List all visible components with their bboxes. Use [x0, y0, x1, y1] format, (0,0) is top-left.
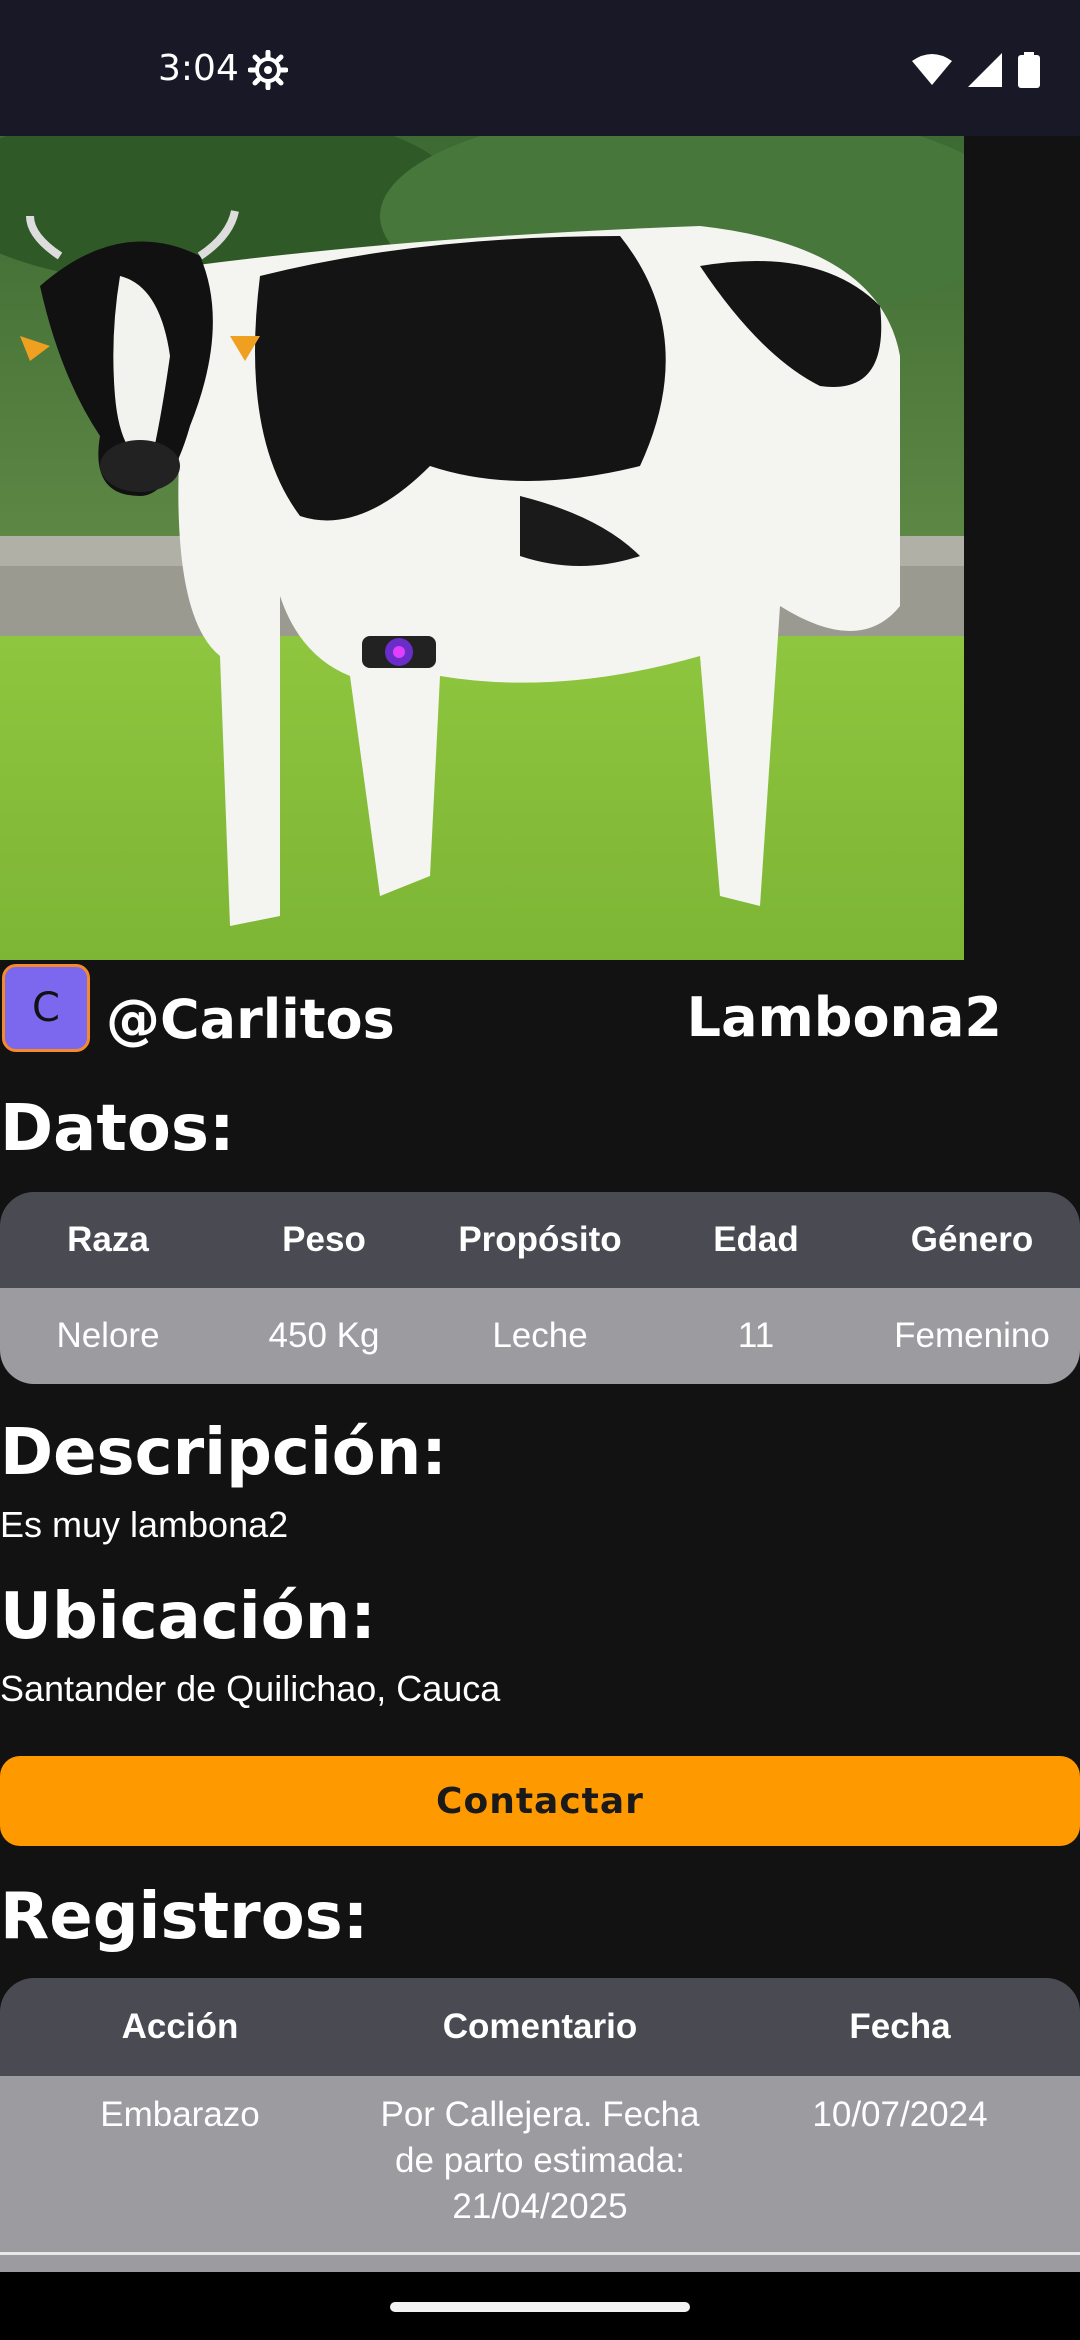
registro-accion: Embarazo	[100, 2095, 260, 2134]
registros-table: Acción Comentario Fecha Embarazo Por Cal…	[0, 1978, 1080, 2274]
status-bar: 3:04	[0, 0, 1080, 136]
settings-gear-icon	[248, 50, 288, 90]
datos-values-row: Nelore 450 Kg Leche 11 Femenino	[0, 1288, 1080, 1384]
datos-value-peso: 450 Kg	[268, 1316, 380, 1355]
ubicacion-text: Santander de Quilichao, Cauca	[0, 1668, 501, 1709]
registros-header-row: Acción Comentario Fecha	[0, 1978, 1080, 2076]
datos-title: Datos:	[0, 1092, 235, 1166]
registros-title: Registros:	[0, 1880, 369, 1954]
status-time: 3:04	[158, 48, 239, 89]
registro-comentario: Por Callejera. Fecha de parto estimada: …	[380, 2095, 700, 2226]
registros-header-fecha: Fecha	[849, 2007, 951, 2046]
datos-value-genero: Femenino	[894, 1316, 1050, 1355]
navigation-bar	[0, 2272, 1080, 2340]
animal-name: Lambona2	[686, 986, 1002, 1049]
datos-header-edad: Edad	[713, 1220, 799, 1259]
descripcion-title: Descripción:	[0, 1416, 447, 1490]
registros-header-comentario: Comentario	[442, 2007, 638, 2046]
datos-value-raza: Nelore	[56, 1316, 160, 1355]
datos-header-proposito: Propósito	[458, 1220, 622, 1259]
datos-table: Raza Peso Propósito Edad Género Nelore 4…	[0, 1192, 1080, 1384]
datos-header-row: Raza Peso Propósito Edad Género	[0, 1192, 1080, 1288]
descripcion-text: Es muy lambona2	[0, 1504, 289, 1545]
datos-value-proposito: Leche	[492, 1316, 588, 1355]
registros-header-accion: Acción	[121, 2007, 239, 2046]
datos-value-edad: 11	[737, 1316, 775, 1355]
owner-row: C @Carlitos Lambona2	[0, 962, 1080, 1058]
ubicacion-title: Ubicación:	[0, 1580, 376, 1654]
table-row[interactable]: Embarazo Por Callejera. Fecha de parto e…	[0, 2076, 1080, 2255]
battery-icon	[1018, 52, 1040, 88]
avatar[interactable]: C	[2, 964, 90, 1052]
datos-header-peso: Peso	[282, 1220, 366, 1259]
cell-signal-icon	[968, 53, 1002, 87]
datos-header-raza: Raza	[67, 1220, 149, 1259]
owner-username[interactable]: @Carlitos	[106, 988, 395, 1051]
contact-button[interactable]: Contactar	[0, 1756, 1080, 1846]
home-gesture-handle[interactable]	[390, 2302, 690, 2312]
cow-photo	[0, 136, 964, 960]
datos-header-genero: Género	[910, 1220, 1034, 1259]
registro-fecha: 10/07/2024	[812, 2095, 988, 2134]
wifi-icon	[912, 54, 952, 85]
